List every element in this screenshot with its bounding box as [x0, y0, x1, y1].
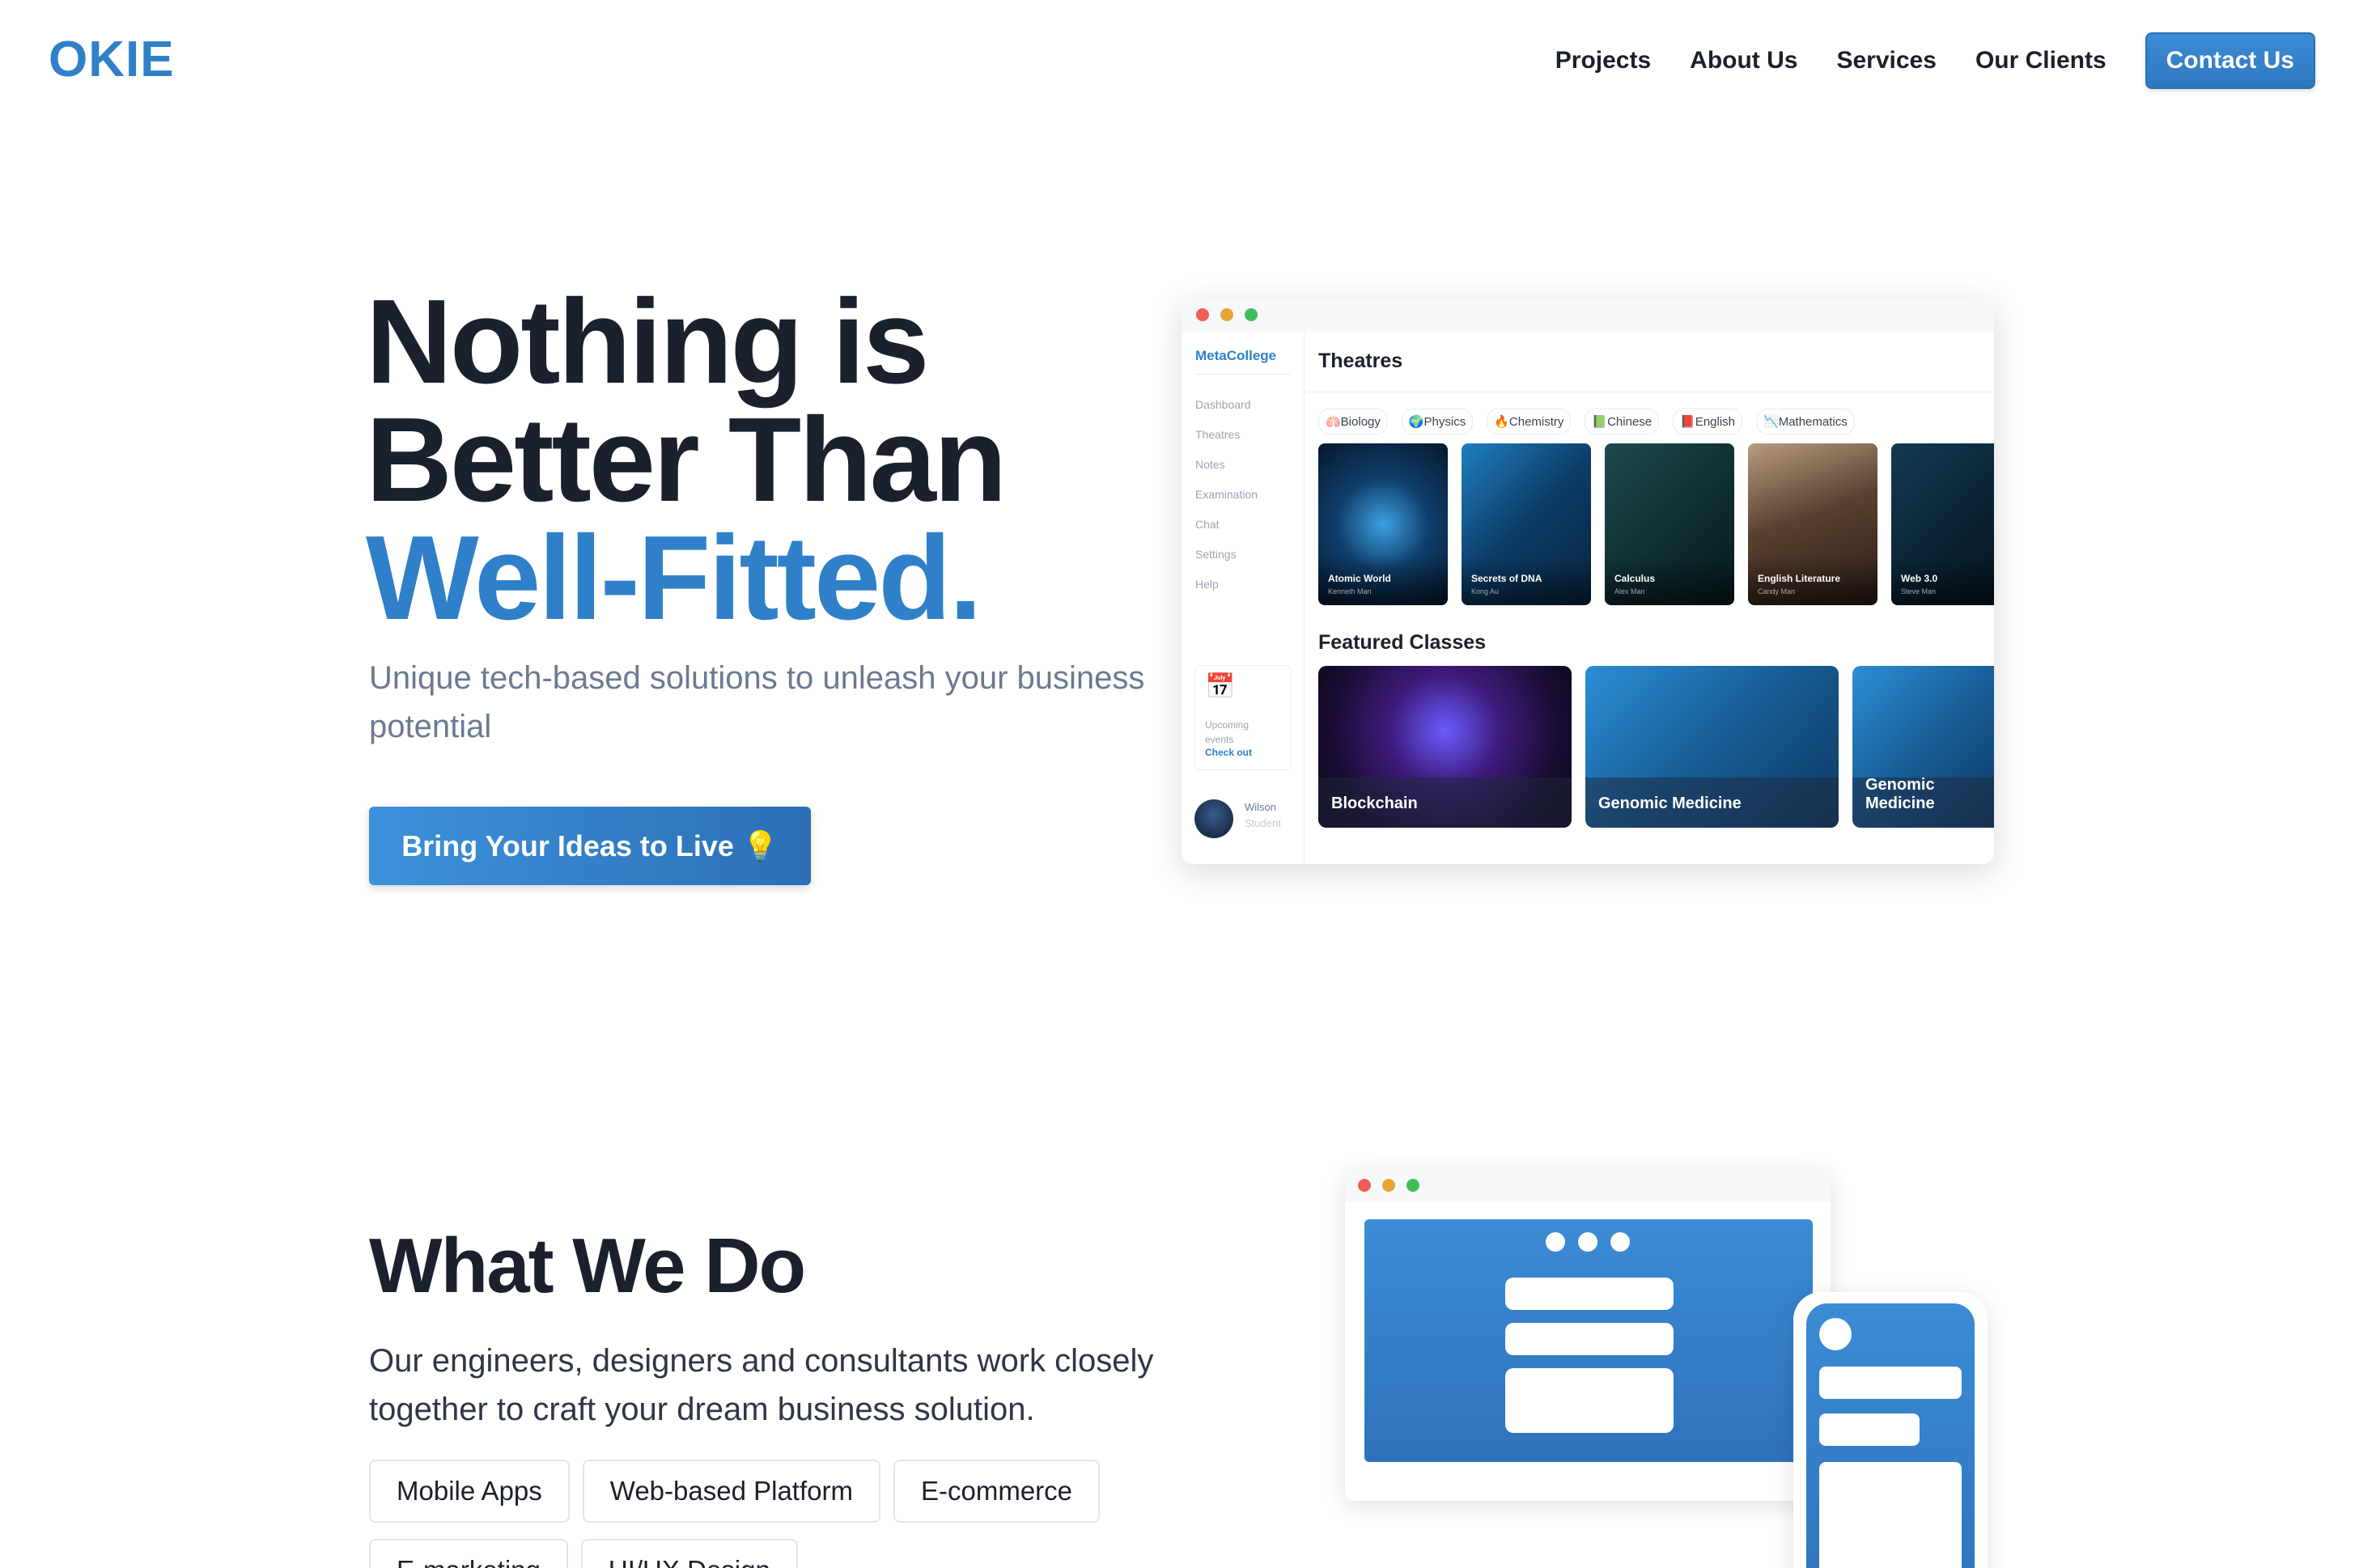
tile-author: Candy Man — [1758, 587, 1796, 595]
app-sidebar: MetaCollege Dashboard Theatres Notes Exa… — [1182, 332, 1305, 864]
cta-button[interactable]: Bring Your Ideas to Live 💡 — [369, 807, 811, 885]
chip-physics[interactable]: 🌍Physics — [1401, 409, 1474, 434]
phone-card — [1819, 1462, 1962, 1568]
phone-avatar-shape — [1819, 1318, 1852, 1350]
theatre-tile[interactable]: Web 3.0 Steve Man — [1891, 443, 1994, 605]
phone-screen — [1806, 1303, 1975, 1568]
theatre-tile[interactable]: English Literature Candy Man — [1748, 443, 1877, 605]
app-mockup: MetaCollege Dashboard Theatres Notes Exa… — [1182, 298, 1994, 864]
hero-title-line-3: Well-Fitted. — [366, 511, 982, 645]
service-tags: Mobile Apps Web-based Platform E-commerc… — [369, 1460, 1194, 1568]
tag-web-platform[interactable]: Web-based Platform — [582, 1460, 880, 1523]
maximize-dot-icon — [1406, 1179, 1419, 1192]
class-card[interactable]: Genomic Medicine — [1585, 666, 1839, 828]
sidebar-item-help[interactable]: Help — [1195, 578, 1258, 608]
phone-bar — [1819, 1367, 1962, 1399]
class-title: Genomic Medicine — [1598, 795, 1742, 812]
browser-illustration — [1345, 1169, 1831, 1501]
close-dot-icon — [1358, 1179, 1371, 1192]
sidebar-menu: Dashboard Theatres Notes Examination Cha… — [1195, 398, 1258, 608]
avatar[interactable] — [1194, 799, 1233, 838]
class-card[interactable]: Genomic Medicine — [1852, 666, 1994, 828]
chip-english[interactable]: 📕English — [1673, 409, 1743, 434]
illustration-dots — [1546, 1232, 1643, 1252]
tile-title: Web 3.0 — [1901, 573, 1938, 584]
hero-title-line-1: Nothing is — [366, 275, 929, 409]
sidebar-item-settings[interactable]: Settings — [1195, 548, 1258, 578]
tile-author: Alex Man — [1614, 587, 1645, 595]
sidebar-divider — [1195, 374, 1291, 375]
tag-mobile-apps[interactable]: Mobile Apps — [369, 1460, 570, 1523]
tag-e-marketing[interactable]: E-marketing — [369, 1539, 568, 1568]
theatre-tile[interactable]: Secrets of DNA Kong Au — [1462, 443, 1591, 605]
window-titlebar — [1182, 298, 1994, 332]
chip-chemistry[interactable]: 🔥Chemistry — [1487, 409, 1572, 434]
class-title: Blockchain — [1331, 795, 1418, 812]
nav-projects[interactable]: Projects — [1555, 47, 1651, 74]
nav-about-us[interactable]: About Us — [1690, 47, 1797, 74]
minimize-dot-icon — [1220, 308, 1233, 321]
tile-author: Kenneth Man — [1328, 587, 1372, 595]
tile-title: Calculus — [1614, 573, 1656, 584]
app-brand: MetaCollege — [1195, 348, 1277, 363]
hero-subtitle: Unique tech-based solutions to unleash y… — [369, 660, 1145, 744]
subject-chips: 🫁Biology 🌍Physics 🔥Chemistry 📗Chinese 📕E… — [1318, 409, 1869, 434]
featured-classes: Blockchain Genomic Medicine Genomic Medi… — [1318, 666, 1994, 828]
nav-services[interactable]: Services — [1836, 47, 1936, 74]
phone-bar — [1819, 1413, 1920, 1446]
sidebar-item-chat[interactable]: Chat — [1195, 518, 1258, 548]
chip-biology[interactable]: 🫁Biology — [1318, 409, 1388, 434]
illustration-bar — [1505, 1368, 1674, 1433]
phone-illustration — [1793, 1292, 1988, 1568]
theatre-tiles: Atomic World Kenneth Man Secrets of DNA … — [1318, 443, 1994, 605]
top-nav: Projects About Us Services Our Clients C… — [1517, 32, 2315, 89]
what-we-do-heading: What We Do — [369, 1223, 806, 1309]
tag-e-commerce[interactable]: E-commerce — [893, 1460, 1101, 1523]
minimize-dot-icon — [1382, 1179, 1395, 1192]
logo[interactable]: OKIE — [49, 31, 175, 88]
tile-author: Steve Man — [1901, 587, 1937, 595]
app-main: Theatres 🫁Biology 🌍Physics 🔥Chemistry 📗C… — [1305, 332, 1994, 864]
close-dot-icon — [1196, 308, 1209, 321]
sidebar-item-notes[interactable]: Notes — [1195, 458, 1258, 488]
contact-us-button[interactable]: Contact Us — [2145, 32, 2315, 89]
calendar-icon: 📅 — [1205, 673, 1236, 700]
featured-classes-heading: Featured Classes — [1318, 631, 1487, 654]
hero-title-line-2: Better Than — [366, 393, 1007, 527]
sidebar-item-theatres[interactable]: Theatres — [1195, 428, 1258, 458]
theatre-tile[interactable]: Atomic World Kenneth Man — [1318, 443, 1448, 605]
illustration-screen — [1364, 1219, 1813, 1462]
what-we-do-subtitle: Our engineers, designers and consultants… — [369, 1343, 1154, 1427]
chip-chinese[interactable]: 📗Chinese — [1585, 409, 1660, 434]
tile-title: English Literature — [1758, 573, 1841, 584]
tag-ui-ux-design[interactable]: UI/UX Design — [580, 1539, 798, 1568]
user-name: Wilson — [1245, 801, 1277, 813]
user-role: Student — [1245, 817, 1281, 829]
illustration-bar — [1505, 1323, 1674, 1355]
upcoming-events-card[interactable]: 📅 Upcoming events Check out — [1194, 665, 1292, 770]
chip-mathematics[interactable]: 📉Mathematics — [1756, 409, 1855, 434]
illustration-bar — [1505, 1278, 1674, 1310]
class-card[interactable]: Blockchain — [1318, 666, 1572, 828]
class-title: Genomic Medicine — [1865, 776, 1935, 812]
nav-our-clients[interactable]: Our Clients — [1975, 47, 2107, 74]
maximize-dot-icon — [1245, 308, 1258, 321]
sidebar-item-dashboard[interactable]: Dashboard — [1195, 398, 1258, 428]
check-out-link[interactable]: Check out — [1205, 747, 1252, 758]
illustration-titlebar — [1345, 1169, 1831, 1201]
hero-title: Nothing is Better Than Well-Fitted. — [366, 275, 1007, 645]
upcoming-events-text: Upcoming events — [1205, 719, 1250, 745]
tile-title: Atomic World — [1328, 573, 1391, 584]
theatre-tile[interactable]: Calculus Alex Man — [1605, 443, 1734, 605]
tile-author: Kong Au — [1471, 587, 1500, 595]
sidebar-item-examination[interactable]: Examination — [1195, 488, 1258, 518]
theatres-heading: Theatres — [1318, 350, 1403, 372]
tile-title: Secrets of DNA — [1471, 573, 1542, 584]
